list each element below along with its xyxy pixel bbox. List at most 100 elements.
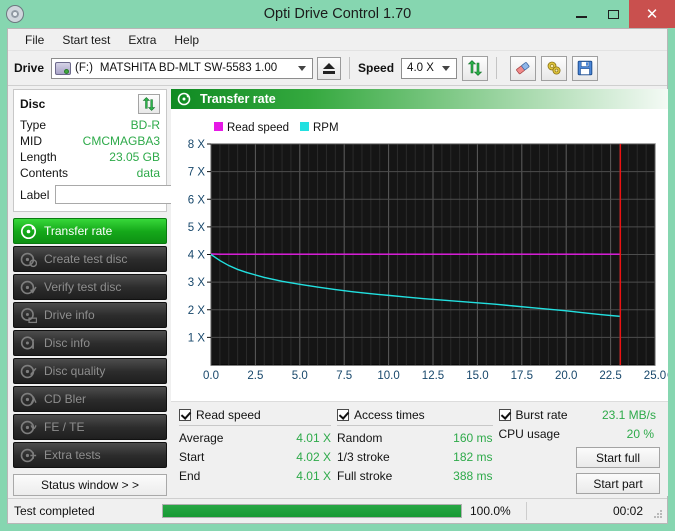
sidebar-item-label: Disc quality	[44, 364, 105, 378]
stats-col-access-times: Access times Random 160 ms 1/3 stroke 18…	[337, 408, 499, 494]
stat-key: Start	[179, 450, 204, 464]
read-speed-checkbox[interactable]	[179, 409, 191, 421]
refresh-button[interactable]	[462, 56, 488, 81]
disc-label-row: Label	[20, 184, 160, 205]
eject-button[interactable]	[317, 57, 341, 80]
disc-extra-icon	[20, 447, 37, 464]
app-window: Opti Drive Control 1.70 ✕ File Start tes…	[0, 0, 675, 531]
disc-key: Type	[20, 118, 46, 132]
access-times-label: Access times	[354, 408, 425, 422]
speed-label: Speed	[358, 61, 394, 75]
tools-icon	[546, 60, 562, 76]
progress-fill	[163, 505, 461, 517]
burst-rate-label: Burst rate	[516, 408, 568, 422]
stat-row-random: Random 160 ms	[337, 431, 499, 445]
read-speed-checkbox-row[interactable]: Read speed	[179, 408, 337, 422]
stat-key: Full stroke	[337, 469, 392, 483]
svg-text:17.5: 17.5	[511, 370, 533, 382]
burst-rate-checkbox-row[interactable]: Burst rate 23.1 MB/s	[499, 408, 661, 422]
maximize-button[interactable]	[597, 0, 629, 28]
disc-drive-icon	[20, 307, 37, 324]
resize-grip-icon[interactable]	[652, 508, 664, 520]
sidebar-item-label: Drive info	[44, 308, 95, 322]
drive-select[interactable]: (F:) MATSHITA BD-MLT SW-5583 1.00	[51, 58, 313, 79]
disc-panel-header: Disc	[20, 94, 160, 114]
title-bar: Opti Drive Control 1.70 ✕	[0, 0, 675, 28]
svg-text:5 X: 5 X	[188, 222, 206, 234]
stat-value: 20 %	[627, 427, 654, 441]
stat-row-cpu-usage: CPU usage 20 %	[499, 427, 661, 441]
erase-button[interactable]	[510, 56, 536, 81]
svg-text:6 X: 6 X	[188, 194, 206, 206]
status-window-button[interactable]: Status window > >	[13, 474, 167, 496]
drive-model: MATSHITA BD-MLT SW-5583 1.00	[100, 62, 277, 74]
svg-text:25.0: 25.0	[644, 370, 666, 382]
start-full-button[interactable]: Start full	[576, 447, 660, 468]
speed-select[interactable]: 4.0 X	[401, 58, 457, 79]
divider	[179, 425, 331, 426]
sidebar-item-verify-test-disc[interactable]: Verify test disc	[13, 274, 167, 300]
sidebar-item-label: CD Bler	[44, 392, 86, 406]
disc-key: Contents	[20, 166, 68, 180]
sidebar-item-disc-quality[interactable]: Disc quality	[13, 358, 167, 384]
svg-text:7 X: 7 X	[188, 167, 206, 179]
menu-item-file[interactable]: File	[16, 31, 53, 49]
status-text: Test completed	[8, 504, 162, 518]
sidebar-item-disc-info[interactable]: Disc info	[13, 330, 167, 356]
stats-grid: Read speed Average 4.01 X Start 4.02 X	[179, 408, 660, 494]
tools-button[interactable]	[541, 56, 567, 81]
divider	[337, 425, 493, 426]
burst-rate-value: 23.1 MB/s	[602, 408, 660, 422]
drive-label: Drive	[14, 61, 44, 75]
svg-text:3 X: 3 X	[188, 277, 206, 289]
sidebar-item-drive-info[interactable]: Drive info	[13, 302, 167, 328]
svg-text:4 X: 4 X	[188, 250, 206, 262]
stat-value: 4.01 X	[296, 431, 331, 445]
disc-value: BD-R	[131, 118, 160, 132]
sidebar-item-create-test-disc[interactable]: Create test disc	[13, 246, 167, 272]
sidebar-nav: Transfer rate Create test disc	[13, 218, 167, 468]
sidebar-item-label: FE / TE	[44, 420, 84, 434]
stat-row-start: Start 4.02 X	[179, 450, 337, 464]
sidebar-item-cd-bler[interactable]: CD Bler	[13, 386, 167, 412]
panel-header: Transfer rate	[171, 89, 668, 109]
main-panel: Transfer rate 1 X2 X3 X4 X5 X6 X7 X8 X0.…	[171, 85, 672, 498]
access-times-checkbox[interactable]	[337, 409, 349, 421]
stats-col-burst: Burst rate 23.1 MB/s CPU usage 20 % Star…	[499, 408, 661, 494]
burst-rate-checkbox[interactable]	[499, 409, 511, 421]
sidebar: Disc Type BD-R MID	[8, 85, 171, 498]
menu-item-start-test[interactable]: Start test	[53, 31, 119, 49]
drive-letter: (F:)	[75, 62, 93, 74]
disc-row-contents: Contents data	[20, 166, 160, 180]
sidebar-item-extra-tests[interactable]: Extra tests	[13, 442, 167, 468]
minimize-button[interactable]	[565, 0, 597, 28]
read-speed-label: Read speed	[196, 408, 261, 422]
menu-item-help[interactable]: Help	[165, 31, 208, 49]
client-area: File Start test Extra Help Drive (F:) MA…	[7, 28, 668, 524]
save-button[interactable]	[572, 56, 598, 81]
progress-bar	[162, 504, 462, 518]
stat-value: 182 ms	[453, 450, 492, 464]
sidebar-item-fe-te[interactable]: FE / TE	[13, 414, 167, 440]
chevron-down-icon	[442, 66, 450, 71]
access-times-checkbox-row[interactable]: Access times	[337, 408, 499, 422]
close-button[interactable]: ✕	[629, 0, 675, 28]
svg-text:5.0: 5.0	[292, 370, 308, 382]
disc-row-mid: MID CMCMAGBA3	[20, 134, 160, 148]
sidebar-item-label: Transfer rate	[44, 224, 112, 238]
svg-text:GB: GB	[667, 370, 668, 382]
sidebar-item-label: Extra tests	[44, 448, 101, 462]
svg-text:10.0: 10.0	[377, 370, 399, 382]
minimize-icon	[576, 16, 587, 18]
toolbar: Drive (F:) MATSHITA BD-MLT SW-5583 1.00 …	[8, 51, 667, 86]
disc-refresh-button[interactable]	[138, 94, 160, 114]
stat-key: CPU usage	[499, 427, 560, 441]
status-divider	[526, 502, 527, 520]
menu-item-extra[interactable]: Extra	[119, 31, 165, 49]
svg-text:2 X: 2 X	[188, 305, 206, 317]
svg-text:Read speed: Read speed	[227, 122, 289, 134]
start-part-button[interactable]: Start part	[576, 473, 660, 494]
sidebar-item-transfer-rate[interactable]: Transfer rate	[13, 218, 167, 244]
svg-text:7.5: 7.5	[336, 370, 352, 382]
svg-text:8 X: 8 X	[188, 139, 206, 151]
